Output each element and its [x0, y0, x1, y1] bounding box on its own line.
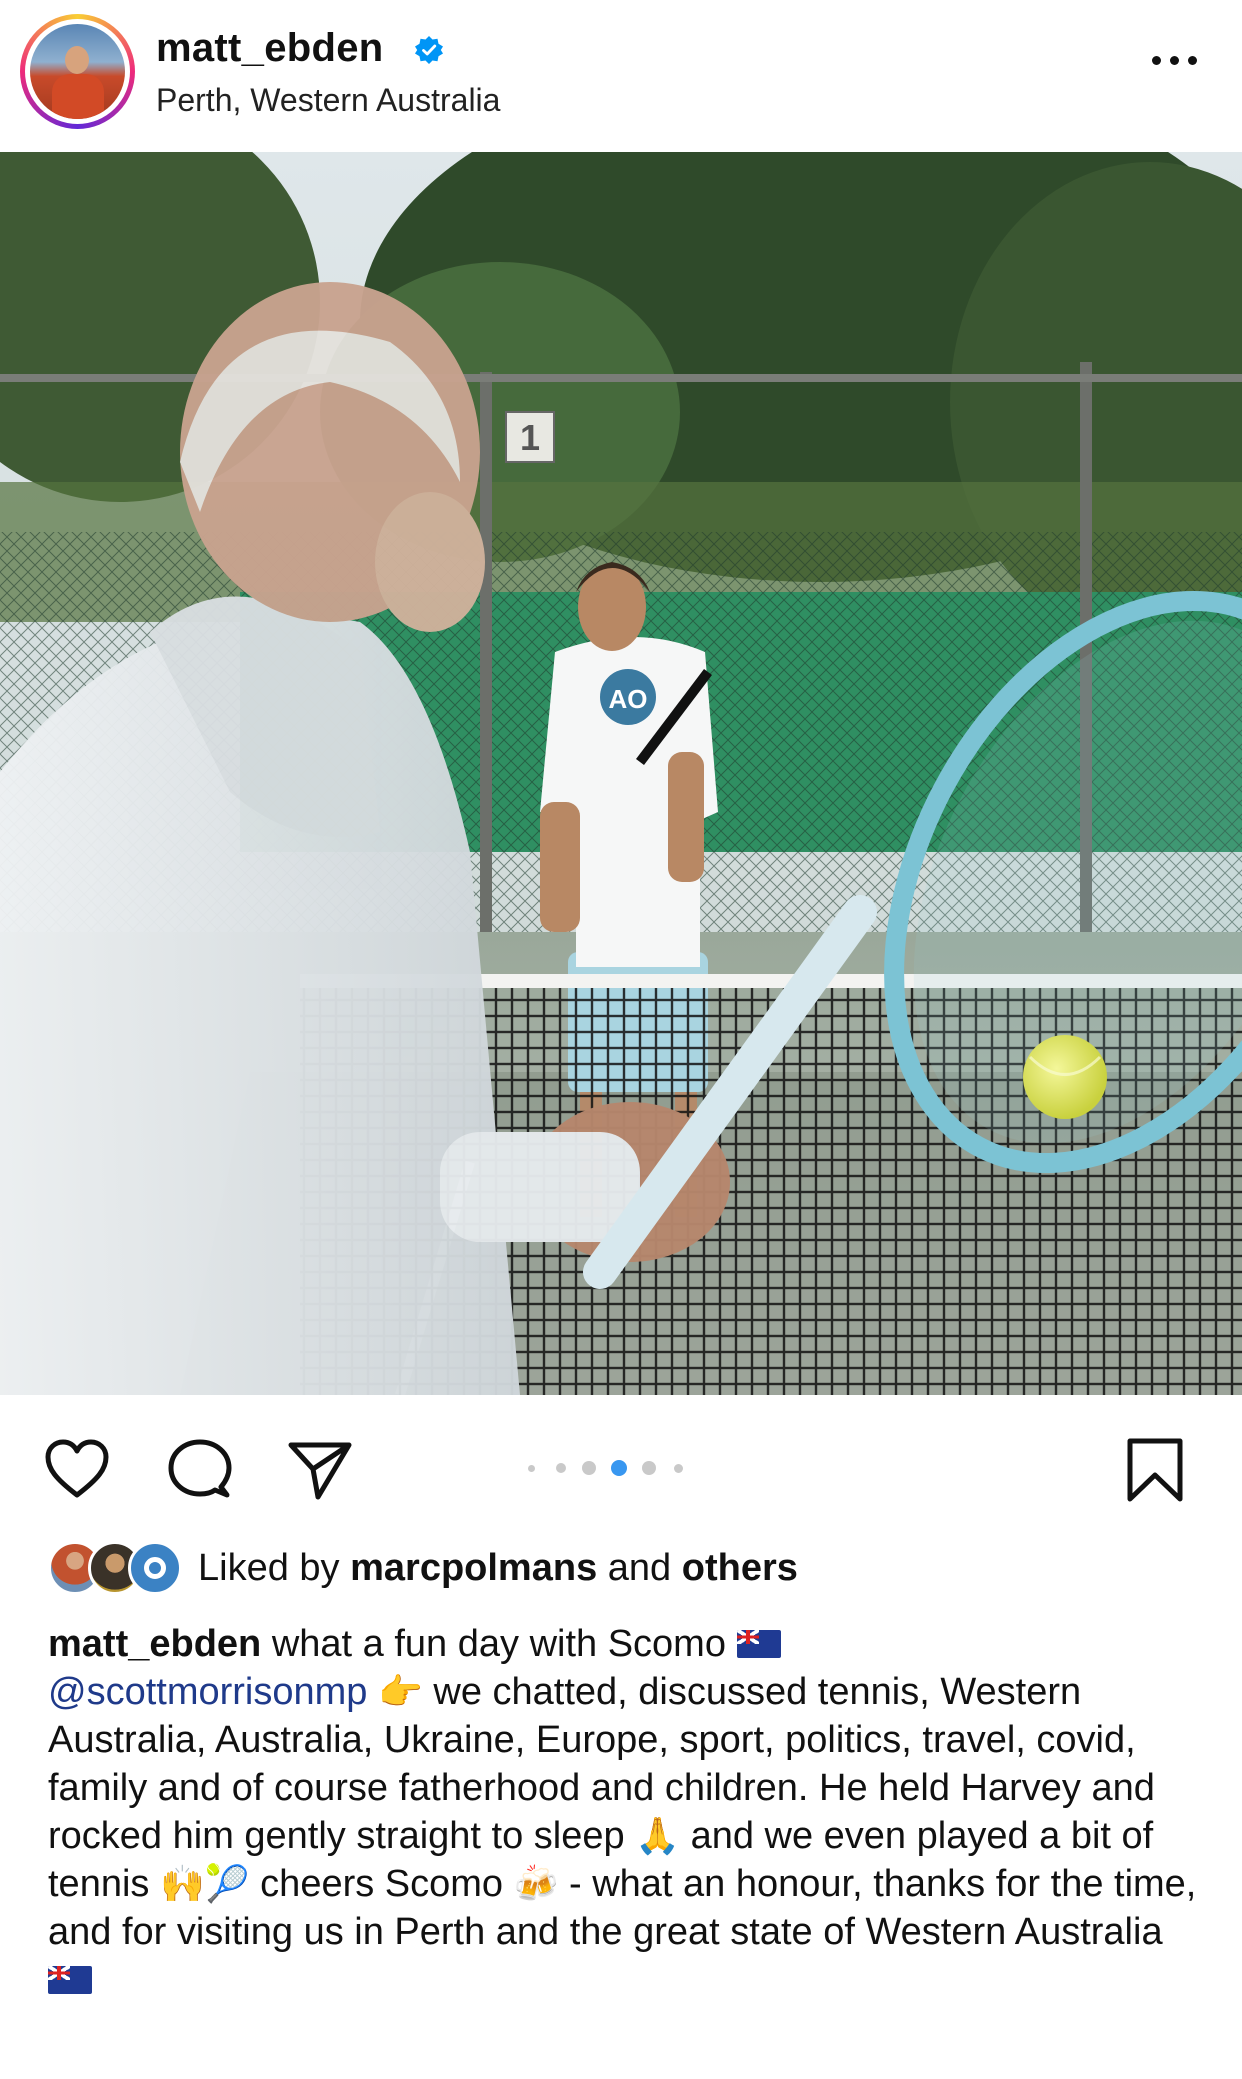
likes-others-link[interactable]: others	[682, 1547, 798, 1589]
likes-row[interactable]: Liked by marcpolmans and others	[0, 1535, 1242, 1605]
heart-icon[interactable]	[42, 1435, 112, 1505]
liker-avatar	[128, 1541, 182, 1595]
post-username[interactable]: matt_ebden	[156, 26, 384, 71]
carousel-dot	[582, 1461, 596, 1475]
more-horizontal-icon[interactable]	[1150, 52, 1200, 72]
post-location[interactable]: Perth, Western Australia	[156, 82, 500, 119]
praying-hands-icon: 🙏	[635, 1815, 681, 1856]
carousel-dot	[642, 1461, 656, 1475]
mention-link[interactable]: @scottmorrisonmp	[48, 1671, 367, 1713]
carousel-dot	[528, 1465, 535, 1472]
post-caption: matt_ebden what a fun day with Scomo @sc…	[48, 1620, 1208, 2004]
tennis-ball-icon: 🎾	[204, 1863, 250, 1904]
profile-avatar[interactable]	[20, 14, 135, 129]
carousel-dot-active	[611, 1460, 627, 1476]
australia-flag-icon	[48, 1966, 92, 1994]
shirt-logo: AO	[609, 684, 648, 714]
verified-badge-icon	[415, 36, 443, 64]
tennis-scene-image: 1 AO	[0, 152, 1242, 1395]
carousel-dot	[556, 1463, 566, 1473]
beer-mugs-icon: 🍻	[513, 1863, 559, 1904]
raising-hands-icon: 🙌	[159, 1863, 205, 1904]
avatar-image	[30, 24, 125, 119]
post-header: matt_ebden Perth, Western Australia	[0, 0, 1242, 152]
pointing-hand-icon: 👉	[377, 1671, 423, 1712]
liker-username[interactable]: marcpolmans	[350, 1547, 597, 1589]
send-icon[interactable]	[285, 1435, 355, 1505]
carousel-dot	[674, 1464, 683, 1473]
bookmark-icon[interactable]	[1120, 1435, 1190, 1505]
likes-text: Liked by marcpolmans and others	[198, 1547, 798, 1589]
australia-flag-icon	[736, 1630, 781, 1658]
comment-icon[interactable]	[165, 1435, 235, 1505]
post-photo[interactable]: 1 AO	[0, 152, 1242, 1395]
caption-username[interactable]: matt_ebden	[48, 1623, 261, 1665]
court-number-sign: 1	[520, 417, 540, 458]
